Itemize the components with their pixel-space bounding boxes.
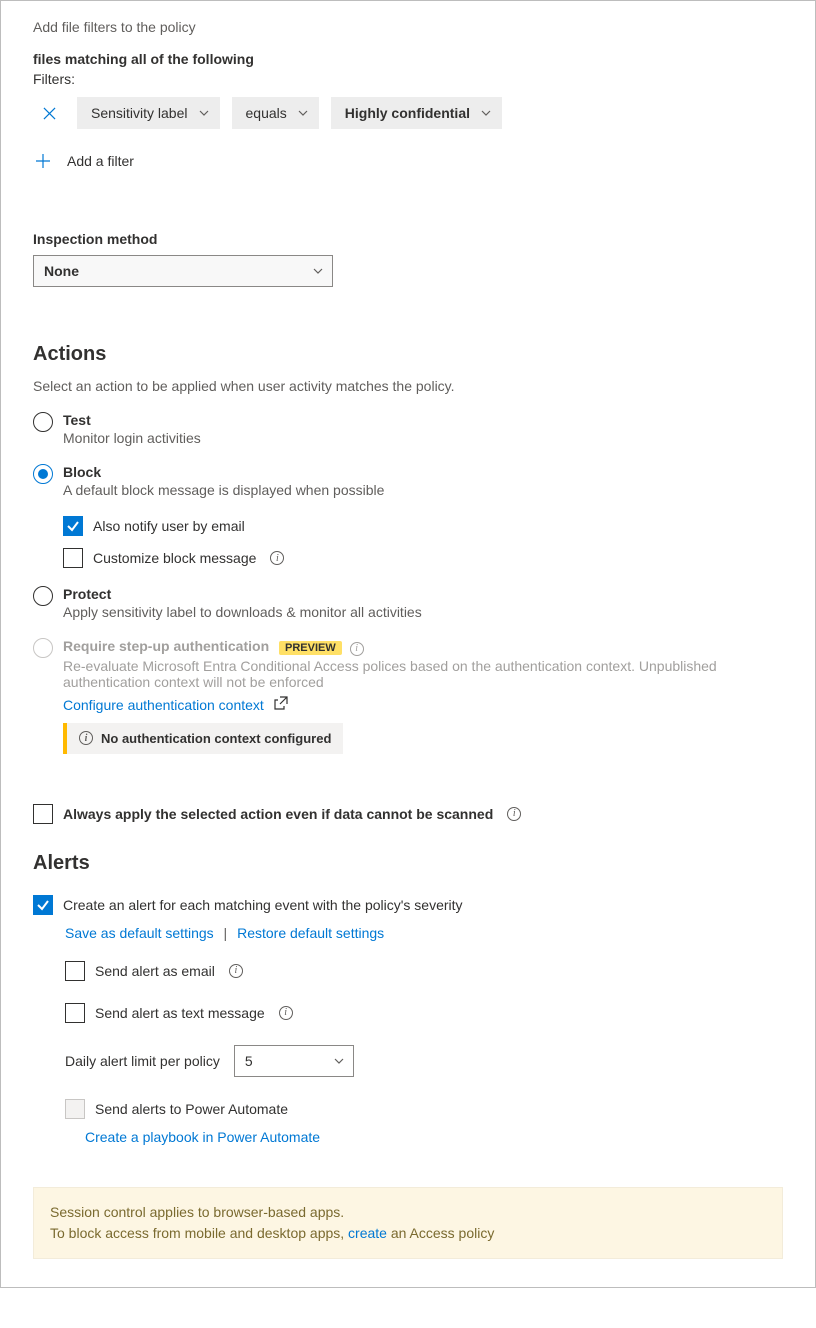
chevron-down-icon [333, 1055, 345, 1067]
inspection-value: None [44, 263, 79, 279]
alert-email-label: Send alert as email [95, 963, 215, 979]
info-icon[interactable]: i [270, 551, 284, 565]
action-protect-row: Protect Apply sensitivity label to downl… [33, 586, 783, 620]
footer-line2a: To block access from mobile and desktop … [50, 1225, 348, 1241]
alerts-heading: Alerts [33, 852, 783, 875]
action-stepup-radio [33, 638, 53, 658]
chevron-down-icon [312, 265, 324, 277]
action-block-radio[interactable] [33, 464, 53, 484]
check-icon [66, 519, 80, 533]
daily-limit-select[interactable]: 5 [234, 1045, 354, 1077]
filter-field-label: Sensitivity label [91, 105, 188, 121]
customize-message-checkbox[interactable] [63, 548, 83, 568]
notify-email-checkbox[interactable] [63, 516, 83, 536]
action-protect-title: Protect [63, 586, 422, 602]
action-protect-radio[interactable] [33, 586, 53, 606]
block-sub-options: Also notify user by email Customize bloc… [63, 516, 783, 568]
action-stepup-row: Require step-up authentication PREVIEW i… [33, 638, 783, 713]
filter-value-label: Highly confidential [345, 105, 470, 121]
action-test-title: Test [63, 412, 201, 428]
inspection-method-select[interactable]: None [33, 255, 333, 287]
add-filter-label: Add a filter [67, 153, 134, 169]
close-icon [43, 107, 56, 120]
actions-desc: Select an action to be applied when user… [33, 378, 783, 394]
configure-auth-context-link[interactable]: Configure authentication context [63, 697, 264, 713]
customize-message-label: Customize block message [93, 550, 256, 566]
remove-filter-button[interactable] [33, 97, 65, 129]
create-alert-checkbox[interactable] [33, 895, 53, 915]
create-alert-label: Create an alert for each matching event … [63, 897, 463, 913]
info-icon[interactable]: i [350, 642, 364, 656]
filter-value-dropdown[interactable]: Highly confidential [331, 97, 502, 129]
action-test-radio[interactable] [33, 412, 53, 432]
info-icon[interactable]: i [229, 964, 243, 978]
action-block-row: Block A default block message is display… [33, 464, 783, 498]
auth-context-warning-text: No authentication context configured [101, 731, 331, 746]
chevron-down-icon [198, 107, 210, 119]
save-default-link[interactable]: Save as default settings [65, 925, 214, 941]
filter-operator-dropdown[interactable]: equals [232, 97, 319, 129]
plus-icon [33, 151, 53, 171]
filter-row: Sensitivity label equals Highly confiden… [33, 97, 783, 129]
check-icon [36, 898, 50, 912]
filters-matching: files matching all of the following [33, 51, 783, 67]
auth-context-warning: i No authentication context configured [63, 723, 343, 754]
power-automate-link[interactable]: Create a playbook in Power Automate [85, 1129, 320, 1145]
alert-email-checkbox[interactable] [65, 961, 85, 981]
chevron-down-icon [480, 107, 492, 119]
action-stepup-desc: Re-evaluate Microsoft Entra Conditional … [63, 658, 763, 690]
restore-default-link[interactable]: Restore default settings [237, 925, 384, 941]
power-automate-label: Send alerts to Power Automate [95, 1101, 288, 1117]
footer-line1: Session control applies to browser-based… [50, 1202, 766, 1223]
filter-operator-label: equals [246, 105, 287, 121]
info-icon: i [79, 731, 93, 745]
alert-text-checkbox[interactable] [65, 1003, 85, 1023]
alerts-options: Send alert as email i Send alert as text… [65, 961, 783, 1145]
action-block-desc: A default block message is displayed whe… [63, 482, 384, 498]
always-apply-checkbox[interactable] [33, 804, 53, 824]
inspection-label: Inspection method [33, 231, 783, 247]
create-access-policy-link[interactable]: create [348, 1225, 387, 1241]
footer-info-box: Session control applies to browser-based… [33, 1187, 783, 1259]
policy-panel: Add file filters to the policy files mat… [0, 0, 816, 1288]
action-test-desc: Monitor login activities [63, 430, 201, 446]
action-stepup-title: Require step-up authentication [63, 638, 269, 654]
filter-field-dropdown[interactable]: Sensitivity label [77, 97, 220, 129]
filters-heading: Add file filters to the policy [33, 19, 783, 35]
daily-limit-value: 5 [245, 1053, 253, 1069]
daily-limit-row: Daily alert limit per policy 5 [65, 1045, 783, 1077]
action-protect-desc: Apply sensitivity label to downloads & m… [63, 604, 422, 620]
external-link-icon [274, 696, 288, 710]
separator: | [224, 925, 228, 941]
daily-limit-label: Daily alert limit per policy [65, 1053, 220, 1069]
add-filter-button[interactable]: Add a filter [33, 151, 783, 171]
action-block-title: Block [63, 464, 384, 480]
alert-text-label: Send alert as text message [95, 1005, 265, 1021]
chevron-down-icon [297, 107, 309, 119]
power-automate-checkbox [65, 1099, 85, 1119]
info-icon[interactable]: i [279, 1006, 293, 1020]
actions-heading: Actions [33, 343, 783, 366]
preview-badge: PREVIEW [279, 641, 342, 655]
footer-line2b: an Access policy [387, 1225, 494, 1241]
notify-email-label: Also notify user by email [93, 518, 245, 534]
filters-label: Filters: [33, 71, 783, 87]
always-apply-label: Always apply the selected action even if… [63, 806, 493, 822]
info-icon[interactable]: i [507, 807, 521, 821]
action-test-row: Test Monitor login activities [33, 412, 783, 446]
